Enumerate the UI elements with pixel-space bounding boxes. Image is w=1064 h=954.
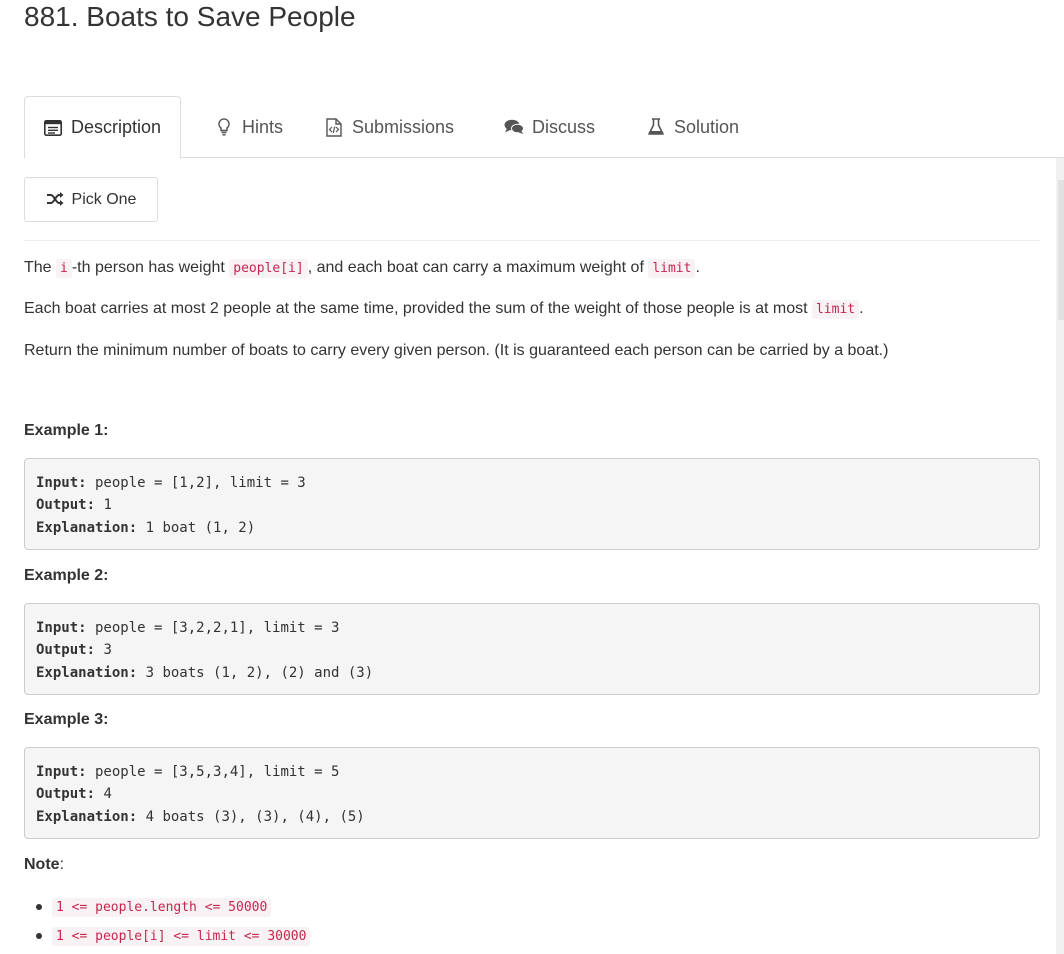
- note-heading: Note:: [24, 856, 64, 874]
- description-paragraph-1: The i -th person has weight people[i], an…: [24, 258, 700, 279]
- page-title: 881. Boats to Save People: [24, 1, 356, 32]
- divider: [24, 240, 1040, 241]
- tab-submissions[interactable]: Submissions: [324, 96, 454, 158]
- description-paragraph-2: Each boat carries at most 2 people at th…: [24, 299, 864, 320]
- tab-label: Hints: [242, 116, 284, 137]
- example-block-2: Input: people = [3,2,2,1], limit = 3 Out…: [24, 603, 1040, 695]
- input-label: Input:: [36, 620, 87, 636]
- output-value: 4: [95, 786, 112, 803]
- pick-one-label: Pick One: [71, 190, 137, 208]
- input-value: people = [3,2,2,1], limit = 3: [86, 620, 340, 636]
- explanation-value: 1 boat (1, 2): [137, 519, 256, 536]
- output-label: Output:: [36, 497, 96, 514]
- tab-label: Discuss: [532, 116, 596, 137]
- list-item: 1 <= people.length <= 50000: [35, 896, 310, 925]
- note-list: 1 <= people.length <= 50000 1 <= people[…: [35, 896, 311, 954]
- text: Each boat carries at most 2 people at th…: [24, 300, 812, 317]
- example-block-1: Input: people = [1,2], limit = 3 Output:…: [24, 458, 1040, 550]
- note-colon: :: [59, 856, 65, 873]
- example-heading: Example 1:: [24, 422, 109, 439]
- note-label: Note: [24, 856, 60, 873]
- inline-code: i: [56, 259, 72, 278]
- description-paragraph-3: Return the minimum number of boats to ca…: [24, 342, 889, 359]
- inline-code: 1 <= people[i] <= limit <= 30000: [52, 927, 311, 946]
- tab-discuss[interactable]: Discuss: [504, 96, 595, 158]
- tab-label: Submissions: [352, 116, 455, 137]
- input-label: Input:: [36, 475, 87, 491]
- text: , and each boat can carry a maximum weig…: [307, 259, 649, 276]
- tab-label: Description: [71, 117, 162, 137]
- input-label: Input:: [36, 764, 87, 780]
- pick-one-button[interactable]: Pick One: [24, 177, 158, 222]
- explanation-value: 4 boats (3), (3), (4), (5): [137, 808, 365, 825]
- example-block-3: Input: people = [3,5,3,4], limit = 5 Out…: [24, 747, 1040, 839]
- example-heading: Example 3:: [24, 711, 109, 728]
- flask-icon: [646, 117, 666, 137]
- example-heading: Example 2:: [24, 567, 109, 584]
- file-code-icon: [324, 117, 344, 137]
- input-value: people = [1,2], limit = 3: [86, 475, 306, 491]
- inline-code: people[i]: [229, 259, 308, 278]
- text: -th person has weight: [71, 259, 230, 276]
- tab-description[interactable]: Description: [24, 96, 182, 159]
- explanation-value: 3 boats (1, 2), (2) and (3): [137, 664, 374, 681]
- explanation-label: Explanation:: [36, 519, 138, 536]
- explanation-label: Explanation:: [36, 808, 138, 825]
- text: .: [859, 300, 864, 317]
- explanation-label: Explanation:: [36, 664, 138, 681]
- tab-hints[interactable]: Hints: [214, 96, 283, 158]
- tab-solution[interactable]: Solution: [646, 96, 739, 158]
- output-label: Output:: [36, 642, 96, 659]
- inline-code: limit: [811, 300, 860, 319]
- inline-code: limit: [648, 259, 696, 278]
- inline-code: 1 <= people.length <= 50000: [52, 898, 272, 917]
- text: .: [695, 259, 700, 276]
- lightbulb-icon: [214, 117, 234, 137]
- scrollbar-thumb[interactable]: [1058, 180, 1064, 320]
- output-value: 3: [95, 642, 112, 659]
- output-label: Output:: [36, 786, 96, 803]
- text: The: [24, 259, 57, 276]
- list-item: 1 <= people[i] <= limit <= 30000: [35, 925, 311, 954]
- shuffle-icon: [46, 191, 64, 209]
- tab-label: Solution: [674, 116, 740, 137]
- input-value: people = [3,5,3,4], limit = 5: [86, 764, 340, 780]
- comments-icon: [504, 117, 524, 137]
- description-icon: [43, 118, 63, 138]
- output-value: 1: [95, 497, 112, 514]
- tab-bar: Description Hints Submissions Discuss So…: [24, 96, 1064, 159]
